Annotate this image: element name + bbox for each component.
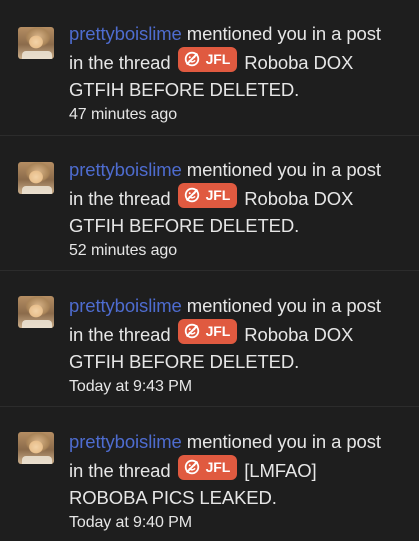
no-laughing-icon [184, 323, 199, 339]
prefix-label: JFL [205, 459, 231, 475]
thread-prefix-badge[interactable]: JFL [177, 455, 238, 480]
prefix-label: JFL [205, 187, 231, 203]
prefix-label: JFL [205, 323, 231, 339]
avatar[interactable] [18, 27, 54, 59]
username-link[interactable]: prettyboislime [69, 295, 182, 316]
avatar[interactable] [18, 296, 54, 328]
thread-prefix-badge[interactable]: JFL [177, 47, 238, 72]
no-laughing-icon [184, 51, 199, 67]
alert-item[interactable]: prettyboislime mentioned you in a post i… [0, 135, 419, 270]
thread-prefix-badge[interactable]: JFL [177, 319, 238, 344]
alert-timestamp: Today at 9:40 PM [69, 514, 192, 531]
no-laughing-icon [184, 187, 199, 203]
alert-content: prettyboislime mentioned you in a post i… [69, 156, 389, 262]
alert-timestamp: 47 minutes ago [69, 106, 178, 123]
avatar[interactable] [18, 432, 54, 464]
alert-content: prettyboislime mentioned you in a post i… [69, 292, 389, 398]
alert-item[interactable]: prettyboislime mentioned you in a post i… [0, 270, 419, 405]
no-laughing-icon [184, 459, 199, 475]
username-link[interactable]: prettyboislime [69, 431, 182, 452]
alert-timestamp: 52 minutes ago [69, 242, 178, 259]
alert-timestamp: Today at 9:43 PM [69, 378, 192, 395]
alerts-list: prettyboislime mentioned you in a post i… [0, 0, 419, 541]
avatar[interactable] [18, 162, 54, 194]
prefix-label: JFL [205, 51, 231, 67]
alert-item[interactable]: prettyboislime mentioned you in a post i… [0, 406, 419, 541]
thread-prefix-badge[interactable]: JFL [177, 183, 238, 208]
alert-content: prettyboislime mentioned you in a post i… [69, 428, 389, 534]
username-link[interactable]: prettyboislime [69, 23, 182, 44]
username-link[interactable]: prettyboislime [69, 159, 182, 180]
alert-item[interactable]: prettyboislime mentioned you in a post i… [0, 0, 419, 135]
alert-content: prettyboislime mentioned you in a post i… [69, 20, 389, 126]
